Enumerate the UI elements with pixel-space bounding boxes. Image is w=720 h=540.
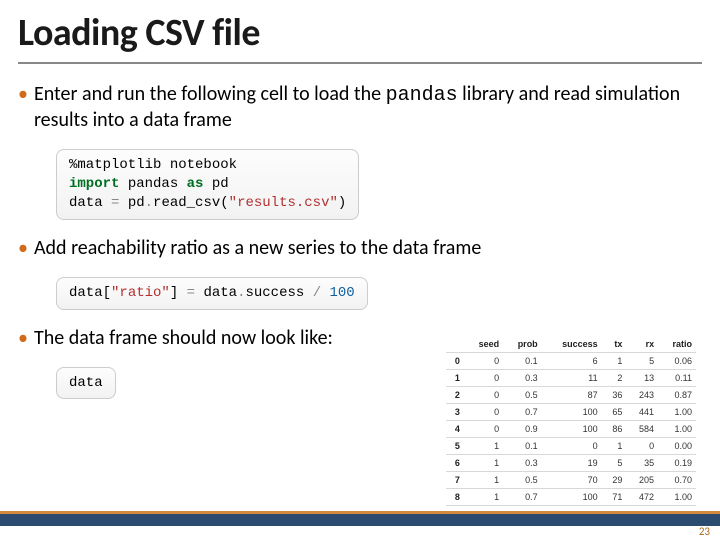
table-cell: 0.1 [503, 438, 542, 455]
table-cell: 7 [446, 472, 464, 489]
table-cell: 441 [626, 404, 658, 421]
table-cell: 472 [626, 489, 658, 506]
table-cell: 8 [446, 489, 464, 506]
table-cell: 3 [446, 404, 464, 421]
table-row: 200.587362430.87 [446, 387, 696, 404]
table-cell: 1.00 [658, 421, 696, 438]
table-cell: 100 [542, 404, 602, 421]
table-cell: 5 [602, 455, 627, 472]
table-cell: 1.00 [658, 489, 696, 506]
bullet-dot: • [18, 236, 28, 261]
table-cell: 36 [602, 387, 627, 404]
table-cell: 86 [602, 421, 627, 438]
table-header: prob [503, 336, 542, 353]
table-cell: 0 [542, 438, 602, 455]
table-cell: 1 [464, 472, 503, 489]
code-block-2: data["ratio"] = data.success / 100 [56, 277, 368, 310]
table-cell: 0.06 [658, 353, 696, 370]
table-cell: 5 [626, 353, 658, 370]
table-cell: 70 [542, 472, 602, 489]
table-cell: 1.00 [658, 404, 696, 421]
table-cell: 0.9 [503, 421, 542, 438]
table-cell: 1 [464, 438, 503, 455]
table-row: 100.3112130.11 [446, 370, 696, 387]
dataframe-output: seedprobsuccesstxrxratio 000.16150.06100… [446, 336, 696, 506]
table-cell: 100 [542, 489, 602, 506]
table-cell: 2 [446, 387, 464, 404]
table-cell: 1 [464, 489, 503, 506]
table-row: 000.16150.06 [446, 353, 696, 370]
table-cell: 1 [602, 438, 627, 455]
table-header: ratio [658, 336, 696, 353]
table-cell: 0.70 [658, 472, 696, 489]
table-cell: 0.3 [503, 370, 542, 387]
table-cell: 11 [542, 370, 602, 387]
bullet-dot: • [18, 326, 28, 351]
code-block-3: data [56, 367, 116, 400]
dataframe-table: seedprobsuccesstxrxratio 000.16150.06100… [446, 336, 696, 506]
bullet-dot: • [18, 82, 28, 107]
table-cell: 205 [626, 472, 658, 489]
table-cell: 1 [602, 353, 627, 370]
table-row: 810.7100714721.00 [446, 489, 696, 506]
table-cell: 13 [626, 370, 658, 387]
table-cell: 0.7 [503, 489, 542, 506]
table-row: 510.10100.00 [446, 438, 696, 455]
table-cell: 1 [446, 370, 464, 387]
table-header: tx [602, 336, 627, 353]
table-cell: 0.19 [658, 455, 696, 472]
slide: Loading CSV file • Enter and run the fol… [0, 0, 720, 540]
table-cell: 19 [542, 455, 602, 472]
bullet-2-text: Add reachability ratio as a new series t… [34, 236, 702, 261]
table-cell: 0.1 [503, 353, 542, 370]
table-cell: 0.5 [503, 472, 542, 489]
table-row: 610.3195350.19 [446, 455, 696, 472]
table-row: 300.7100654411.00 [446, 404, 696, 421]
table-cell: 0.5 [503, 387, 542, 404]
table-row: 710.570292050.70 [446, 472, 696, 489]
table-cell: 0 [446, 353, 464, 370]
table-cell: 87 [542, 387, 602, 404]
table-cell: 243 [626, 387, 658, 404]
table-cell: 0 [464, 421, 503, 438]
table-cell: 6 [542, 353, 602, 370]
table-cell: 0 [464, 387, 503, 404]
table-cell: 0.3 [503, 455, 542, 472]
bullet-2: • Add reachability ratio as a new series… [18, 236, 702, 261]
table-cell: 100 [542, 421, 602, 438]
table-cell: 4 [446, 421, 464, 438]
table-cell: 5 [446, 438, 464, 455]
bullet-1: • Enter and run the following cell to lo… [18, 82, 702, 133]
bullet-1-text: Enter and run the following cell to load… [34, 82, 702, 133]
table-cell: 0.11 [658, 370, 696, 387]
table-cell: 29 [602, 472, 627, 489]
table-header: seed [464, 336, 503, 353]
table-cell: 0 [626, 438, 658, 455]
table-cell: 6 [446, 455, 464, 472]
table-row: 400.9100865841.00 [446, 421, 696, 438]
table-cell: 71 [602, 489, 627, 506]
page-number: 23 [699, 525, 710, 538]
table-cell: 0 [464, 353, 503, 370]
table-cell: 65 [602, 404, 627, 421]
table-cell: 1 [464, 455, 503, 472]
table-header: rx [626, 336, 658, 353]
code-block-1: %matplotlib notebook import pandas as pd… [56, 149, 359, 220]
footer-bar [0, 514, 720, 526]
table-cell: 0.87 [658, 387, 696, 404]
table-cell: 2 [602, 370, 627, 387]
table-cell: 0 [464, 404, 503, 421]
table-header [446, 336, 464, 353]
table-cell: 0.7 [503, 404, 542, 421]
table-cell: 0 [464, 370, 503, 387]
table-header: success [542, 336, 602, 353]
slide-title: Loading CSV file [18, 10, 702, 64]
table-cell: 0.00 [658, 438, 696, 455]
table-cell: 584 [626, 421, 658, 438]
table-cell: 35 [626, 455, 658, 472]
